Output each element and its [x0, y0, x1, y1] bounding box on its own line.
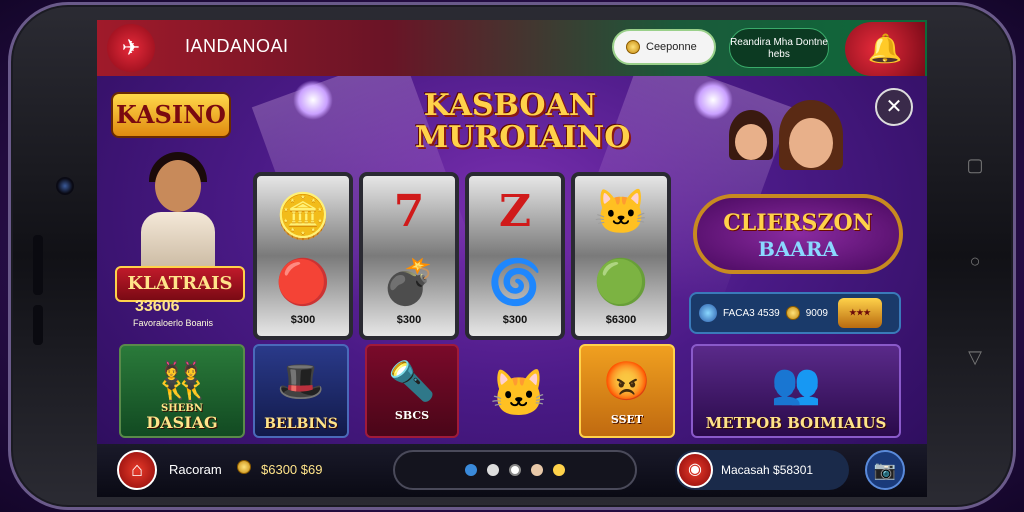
group-icon: 👯	[158, 361, 206, 403]
reel-price: $300	[396, 314, 422, 326]
slot-reel[interactable]: 🐱 🟢 $6300	[571, 172, 671, 340]
game-screen: ✈ IANDANOAI Ceeponne Reandira Mha Dontne…	[97, 20, 927, 497]
right-banner[interactable]: CLIERSZON BAARA	[693, 194, 903, 274]
page-dot[interactable]	[487, 464, 499, 476]
coin-icon	[785, 306, 800, 320]
back-nav-icon[interactable]: ▽	[963, 345, 987, 369]
game-tile[interactable]: 🔦 SBCS	[365, 344, 459, 438]
game-tile[interactable]: 😡 SSET	[579, 344, 675, 438]
jackpot-badge[interactable]: ★★★	[837, 298, 882, 328]
record-icon: ◉	[677, 452, 713, 488]
left-banner[interactable]: KLATRAIS	[115, 266, 245, 302]
stat-value2: 9009	[805, 307, 828, 319]
left-character	[117, 152, 227, 272]
gem-icon	[699, 304, 717, 322]
kasino-logo: KASINO	[111, 92, 231, 138]
game-tile[interactable]: 🎩 BELBINS	[253, 344, 349, 438]
reel-price: $6300	[605, 314, 637, 326]
coin-icon: 🪙	[275, 192, 331, 241]
left-amount: 33606	[135, 298, 180, 315]
reel-price: $300	[502, 314, 528, 326]
page-dot[interactable]	[509, 464, 521, 476]
right-banner-subtitle: BAARA	[757, 237, 839, 261]
page-dot[interactable]	[465, 464, 477, 476]
coin-icon	[626, 40, 640, 54]
camera-button[interactable]: 📷	[865, 450, 905, 490]
sensor-slot	[33, 305, 43, 345]
home-nav-icon[interactable]: ○	[963, 249, 987, 273]
red-fruit-icon: 🔴	[275, 258, 331, 307]
slot-reel[interactable]: Z 🌀 $300	[465, 172, 565, 340]
home-button[interactable]: ⌂	[117, 450, 157, 490]
front-camera	[56, 177, 74, 195]
magician-icon: 🎩	[277, 361, 325, 403]
page-indicator[interactable]	[393, 450, 637, 490]
game-tile[interactable]: 👥 METPOB BOIMIAIUS	[691, 344, 901, 438]
tile-label: SBCS	[394, 409, 430, 422]
reward-pill[interactable]: Reandira Mha Dontne hebs	[729, 28, 829, 68]
tile-label: SSET	[610, 413, 644, 426]
bottom-bar: ⌂ Racoram $6300 $69 ◉ Macasah $58301 📷	[97, 444, 927, 497]
seven-icon: 7	[393, 186, 425, 237]
tile-label: BELBINS	[264, 416, 338, 432]
page-dot[interactable]	[531, 464, 543, 476]
crowd-icon: 👥	[771, 362, 821, 406]
bomb-icon: 💣	[381, 258, 437, 307]
right-banner-title: CLIERSZON	[723, 210, 873, 236]
main-title: KASBOAN MUROIAINO	[415, 88, 631, 155]
recent-apps-icon[interactable]: ▢	[963, 153, 987, 177]
page-dot[interactable]	[553, 464, 565, 476]
bottom-label: Racoram	[169, 462, 222, 477]
game-tile[interactable]: 👯 SHEBN DASIAG	[119, 344, 245, 438]
currency-pill[interactable]: Ceeponne	[612, 29, 716, 65]
cat-icon: 🐱	[593, 188, 649, 237]
balance-value: $6300 $69	[261, 462, 323, 477]
app-title: IANDANOAI	[185, 36, 289, 56]
game-tile[interactable]: 🐱	[471, 344, 567, 438]
top-bar: ✈ IANDANOAI Ceeponne Reandira Mha Dontne…	[97, 20, 927, 76]
close-button[interactable]: ✕	[875, 88, 913, 126]
slot-reel[interactable]: 🪙 🔴 $300	[253, 172, 353, 340]
green-fruit-icon: 🟢	[593, 258, 649, 307]
coin-swirl-icon: 🌀	[487, 258, 543, 307]
reel-price: $300	[290, 314, 316, 326]
bell-icon[interactable]: 🔔	[845, 22, 925, 76]
slot-reel[interactable]: 7 💣 $300	[359, 172, 459, 340]
left-subtext: Favoraloerlo Boanis	[133, 318, 214, 328]
message-pill[interactable]: ◉ Macasah $58301	[675, 450, 849, 490]
cannon-icon: 🔦	[388, 361, 436, 403]
red-bird-icon: 😡	[603, 361, 651, 403]
tile-label: DASIAG	[146, 413, 218, 432]
currency-pill-label: Ceeponne	[646, 41, 697, 53]
bird-icon[interactable]: ✈	[107, 24, 155, 72]
speaker-slot	[33, 235, 43, 295]
spotlight	[293, 80, 333, 120]
coin-icon	[237, 460, 251, 474]
stat-bar: FACA3 4539 9009 ★★★	[689, 292, 901, 334]
message-label: Macasah $58301	[721, 463, 814, 477]
stat-value: FACA3 4539	[723, 307, 780, 319]
tile-label: METPOB BOIMIAIUS	[705, 414, 887, 432]
seven-icon: Z	[498, 186, 532, 237]
cat-icon: 🐱	[490, 367, 548, 419]
